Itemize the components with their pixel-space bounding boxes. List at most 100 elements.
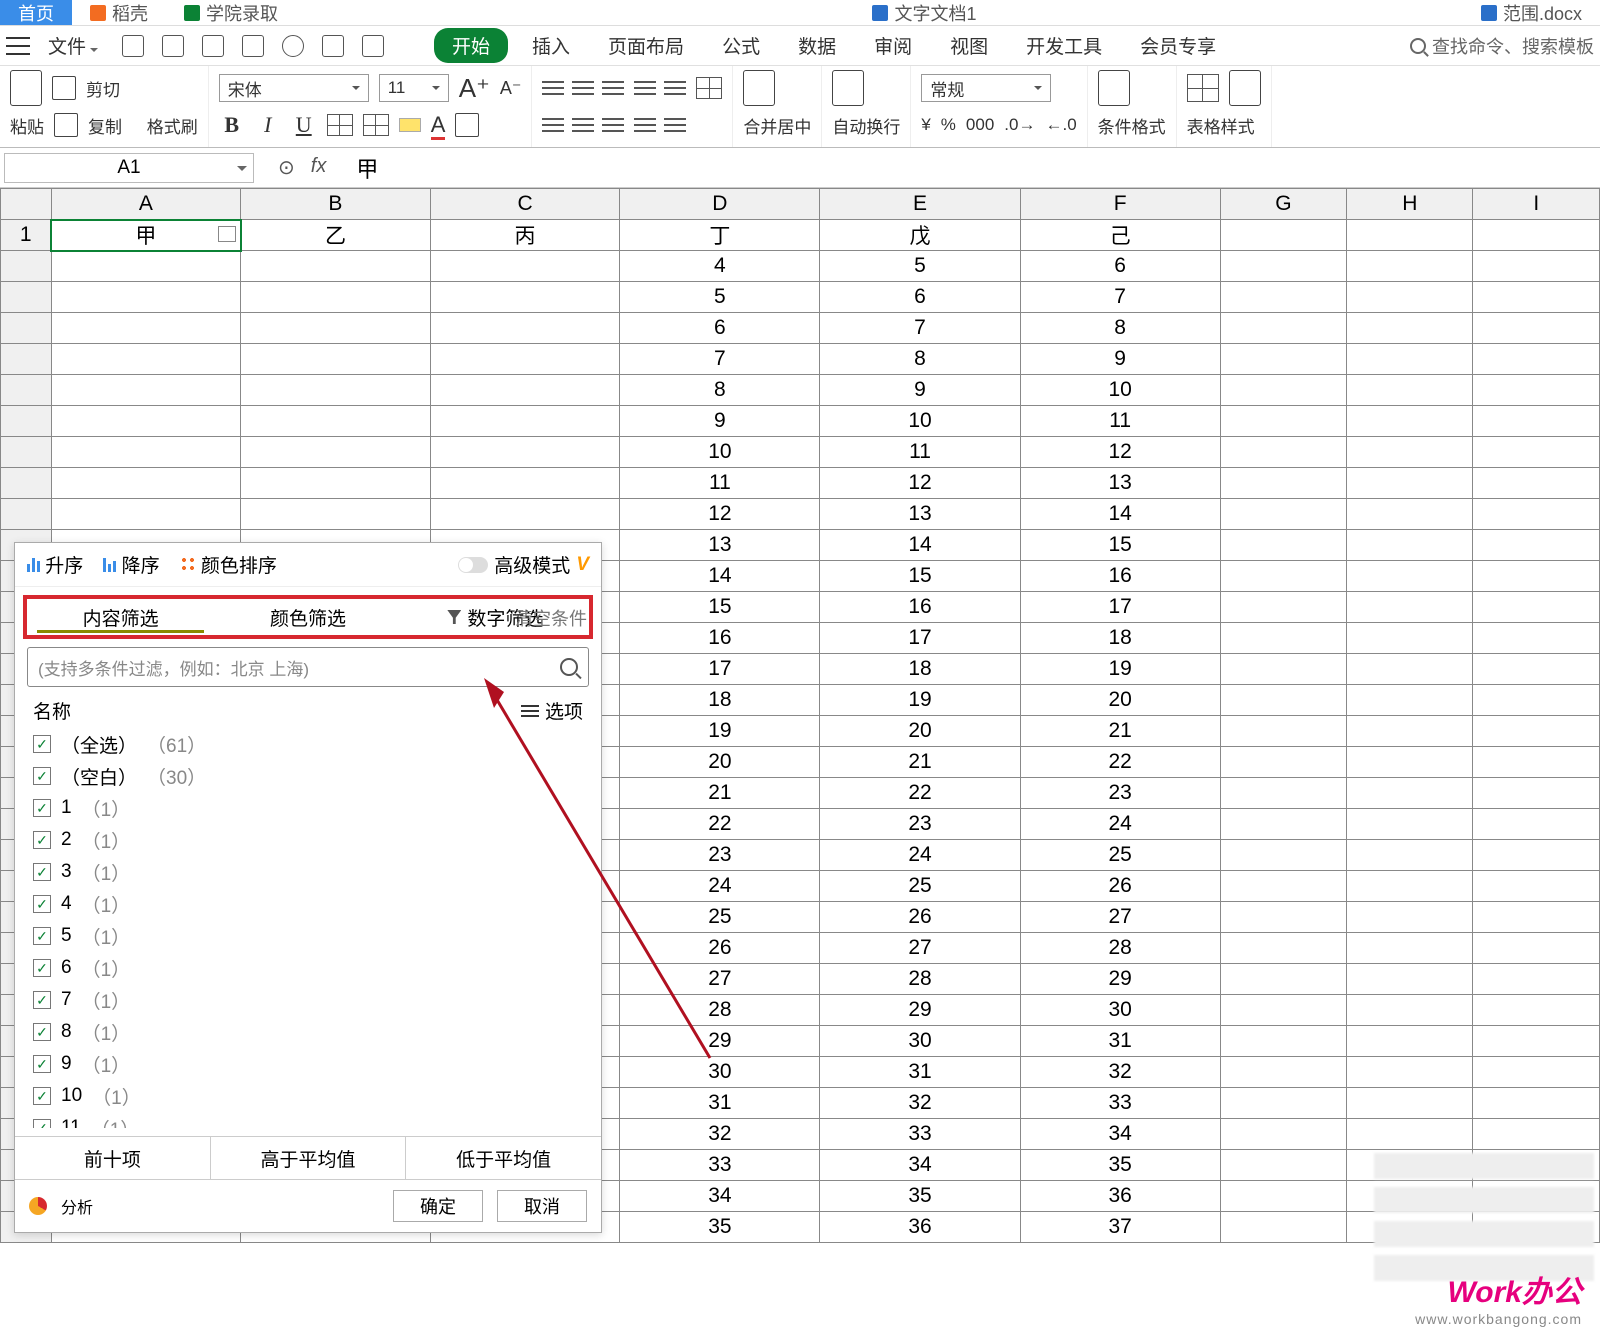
col-B[interactable]: B bbox=[241, 189, 431, 220]
above-avg-button[interactable]: 高于平均值 bbox=[211, 1137, 407, 1179]
percent-icon[interactable]: % bbox=[941, 115, 956, 135]
cell[interactable]: 18 bbox=[620, 685, 820, 716]
indent[interactable] bbox=[634, 79, 686, 97]
clear-filter[interactable]: 清空条件 bbox=[511, 605, 587, 631]
cell[interactable]: 12 bbox=[620, 499, 820, 530]
cell[interactable]: 32 bbox=[1020, 1057, 1220, 1088]
cell[interactable]: 25 bbox=[620, 902, 820, 933]
filter-item[interactable]: ✓3（1） bbox=[33, 856, 583, 888]
tab-doc2[interactable]: 文字文档1 bbox=[854, 0, 994, 25]
cell[interactable]: 14 bbox=[1020, 499, 1220, 530]
col-I[interactable]: I bbox=[1473, 189, 1600, 220]
checkbox-icon[interactable]: ✓ bbox=[33, 991, 51, 1009]
cell[interactable]: 10 bbox=[620, 437, 820, 468]
dec-inc-icon[interactable]: .0→ bbox=[1004, 115, 1035, 135]
cell[interactable]: 11 bbox=[1020, 406, 1220, 437]
shrink-font-icon[interactable]: A⁻ bbox=[500, 78, 522, 99]
cell[interactable]: 17 bbox=[620, 654, 820, 685]
menu-view[interactable]: 视图 bbox=[936, 28, 1002, 63]
cell[interactable]: 21 bbox=[820, 747, 1020, 778]
style-label[interactable]: 表格样式 bbox=[1187, 113, 1255, 138]
col-E[interactable]: E bbox=[820, 189, 1020, 220]
cell[interactable]: 26 bbox=[820, 902, 1020, 933]
filter-item[interactable]: ✓7（1） bbox=[33, 984, 583, 1016]
cell[interactable] bbox=[51, 251, 241, 282]
merge-label[interactable]: 合并居中 bbox=[743, 113, 811, 138]
cell[interactable]: 24 bbox=[820, 840, 1020, 871]
cell[interactable]: 22 bbox=[620, 809, 820, 840]
filter-item[interactable]: ✓（空白）（30） bbox=[33, 760, 583, 792]
analysis-label[interactable]: 分析 bbox=[61, 1194, 93, 1218]
cell[interactable]: 20 bbox=[1020, 685, 1220, 716]
cell[interactable]: 36 bbox=[1020, 1181, 1220, 1212]
sort-color[interactable]: 颜色排序 bbox=[180, 551, 277, 578]
grow-font-icon[interactable]: A⁺ bbox=[459, 73, 490, 104]
cell[interactable]: 13 bbox=[1020, 468, 1220, 499]
row-hdr[interactable] bbox=[1, 499, 52, 530]
wrap-icon[interactable] bbox=[832, 70, 864, 106]
cell[interactable]: 23 bbox=[820, 809, 1020, 840]
menu-start[interactable]: 开始 bbox=[434, 28, 508, 63]
cell[interactable]: 12 bbox=[1020, 437, 1220, 468]
halign[interactable] bbox=[542, 116, 624, 134]
cell[interactable]: 19 bbox=[620, 716, 820, 747]
cell[interactable]: 33 bbox=[820, 1119, 1020, 1150]
checkbox-icon[interactable]: ✓ bbox=[33, 1023, 51, 1041]
bold-button[interactable]: B bbox=[219, 112, 245, 138]
cell[interactable]: 34 bbox=[620, 1181, 820, 1212]
col-header-row[interactable]: A B C D E F G H I bbox=[1, 189, 1600, 220]
qa-icon[interactable] bbox=[202, 35, 224, 57]
cell[interactable]: 9 bbox=[820, 375, 1020, 406]
cancel-fx-icon[interactable]: ⊙ bbox=[278, 155, 295, 180]
file-menu[interactable]: 文件 bbox=[40, 32, 106, 59]
cell[interactable]: 10 bbox=[1020, 375, 1220, 406]
cell[interactable] bbox=[51, 282, 241, 313]
row-hdr[interactable] bbox=[1, 375, 52, 406]
cell[interactable]: 26 bbox=[620, 933, 820, 964]
cell[interactable]: 21 bbox=[1020, 716, 1220, 747]
cell[interactable]: 24 bbox=[1020, 809, 1220, 840]
filter-item[interactable]: ✓9（1） bbox=[33, 1048, 583, 1080]
border2-icon[interactable] bbox=[363, 114, 389, 136]
cell[interactable]: 36 bbox=[820, 1212, 1020, 1243]
cell[interactable]: 6 bbox=[1020, 251, 1220, 282]
top10-button[interactable]: 前十项 bbox=[15, 1137, 211, 1179]
cell[interactable]: 甲 bbox=[51, 220, 241, 251]
global-search[interactable]: 查找命令、搜索模板 bbox=[1410, 33, 1594, 59]
cell[interactable] bbox=[51, 499, 241, 530]
style-icon[interactable] bbox=[1187, 74, 1219, 102]
cell[interactable]: 31 bbox=[1020, 1026, 1220, 1057]
qa-icon[interactable] bbox=[242, 35, 264, 57]
numfmt-combo[interactable]: 常规 bbox=[921, 74, 1051, 102]
cell[interactable]: 丙 bbox=[430, 220, 620, 251]
filter-item[interactable]: ✓4（1） bbox=[33, 888, 583, 920]
checkbox-icon[interactable]: ✓ bbox=[33, 1055, 51, 1073]
italic-button[interactable]: I bbox=[255, 112, 281, 138]
col-H[interactable]: H bbox=[1347, 189, 1473, 220]
cell[interactable]: 37 bbox=[1020, 1212, 1220, 1243]
row-hdr[interactable] bbox=[1, 344, 52, 375]
paste-label[interactable]: 粘贴 bbox=[10, 113, 44, 138]
cell[interactable]: 16 bbox=[1020, 561, 1220, 592]
row-hdr[interactable] bbox=[1, 251, 52, 282]
formula-input[interactable]: 甲 bbox=[346, 152, 378, 184]
cell[interactable]: 33 bbox=[620, 1150, 820, 1181]
cell[interactable]: 5 bbox=[820, 251, 1020, 282]
cell[interactable]: 35 bbox=[820, 1181, 1020, 1212]
qa-icon[interactable] bbox=[322, 35, 344, 57]
menu-dev[interactable]: 开发工具 bbox=[1012, 28, 1116, 63]
cell[interactable]: 11 bbox=[620, 468, 820, 499]
checkbox-icon[interactable]: ✓ bbox=[33, 735, 51, 753]
orient-icon[interactable] bbox=[696, 77, 722, 99]
cell[interactable]: 23 bbox=[1020, 778, 1220, 809]
cell[interactable]: 11 bbox=[820, 437, 1020, 468]
cut-icon[interactable] bbox=[52, 76, 76, 100]
cell[interactable]: 14 bbox=[820, 530, 1020, 561]
cell[interactable]: 31 bbox=[620, 1088, 820, 1119]
menu-formula[interactable]: 公式 bbox=[708, 28, 774, 63]
cell[interactable]: 32 bbox=[620, 1119, 820, 1150]
qa-icon[interactable] bbox=[162, 35, 184, 57]
filter-item[interactable]: ✓1（1） bbox=[33, 792, 583, 824]
menu-review[interactable]: 审阅 bbox=[860, 28, 926, 63]
filter-item[interactable]: ✓11（1） bbox=[33, 1112, 583, 1128]
